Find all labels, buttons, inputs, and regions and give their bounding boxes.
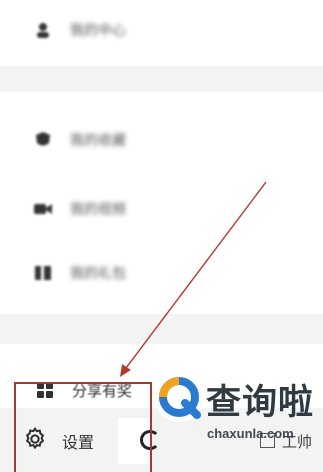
watermark-logo-icon <box>152 370 206 424</box>
annotation-box <box>14 382 152 472</box>
watermark-url: chaxunla.com <box>207 426 294 441</box>
watermark-title: 查询啦 <box>206 383 315 423</box>
